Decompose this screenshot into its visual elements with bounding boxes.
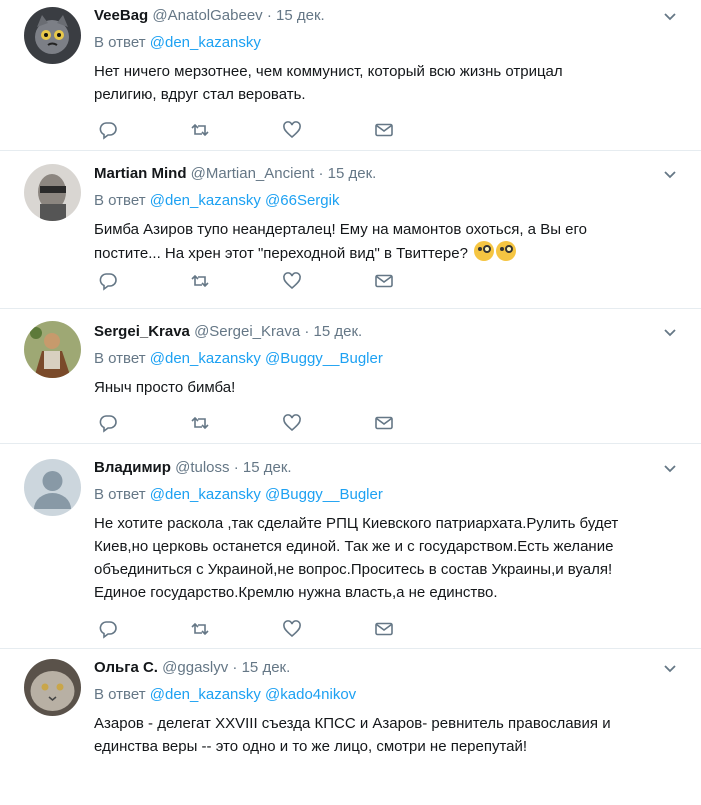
direct-message-icon[interactable] [374, 120, 396, 142]
reply-context: В ответ @den_kazansky @Buggy__Bugler [94, 350, 383, 368]
retweet-icon[interactable] [190, 413, 212, 435]
user-handle[interactable]: @AnatolGabeev [152, 7, 262, 24]
reply-prefix: В ответ [94, 34, 146, 51]
user-handle[interactable]: @tuloss [175, 459, 229, 476]
reply-context: В ответ @den_kazansky @kado4nikov [94, 686, 356, 704]
avatar[interactable] [24, 164, 81, 221]
tweet-text: Бимба Азиров тупо неандерталец! Ему на м… [94, 218, 674, 265]
retweet-icon[interactable] [190, 120, 212, 142]
face-with-monocle-icon [496, 241, 517, 261]
mention-link[interactable]: @66Sergik [265, 192, 339, 209]
reply-prefix: В ответ [94, 192, 146, 209]
mention-link[interactable]: @kado4nikov [265, 686, 356, 703]
like-icon[interactable] [282, 120, 304, 142]
user-name[interactable]: Sergei_Krava [94, 323, 190, 340]
reply-context: В ответ @den_kazansky @Buggy__Bugler [94, 486, 383, 504]
avatar[interactable] [24, 459, 81, 516]
direct-message-icon[interactable] [374, 413, 396, 435]
mention-link[interactable]: @Buggy__Bugler [265, 486, 383, 503]
tweet-date[interactable]: 15 дек. [276, 7, 325, 24]
reply-icon[interactable] [98, 413, 120, 435]
reply-icon[interactable] [98, 120, 120, 142]
retweet-icon[interactable] [190, 271, 212, 293]
tweet-date[interactable]: 15 дек. [242, 659, 291, 676]
user-name[interactable]: Ольга С. [94, 659, 158, 676]
avatar[interactable] [24, 659, 81, 716]
direct-message-icon[interactable] [374, 271, 396, 293]
tweet-text: Нет ничего мерзотнее, чем коммунист, кот… [94, 63, 563, 103]
chevron-down-icon[interactable] [663, 168, 677, 182]
user-name[interactable]: Владимир [94, 459, 171, 476]
user-name[interactable]: VeeBag [94, 7, 148, 24]
separator-dot: · [232, 659, 238, 676]
tweet-date[interactable]: 15 дек. [314, 323, 363, 340]
face-with-monocle-icon [474, 241, 495, 261]
mention-link[interactable]: @den_kazansky [150, 350, 261, 367]
user-handle[interactable]: @Sergei_Krava [194, 323, 300, 340]
reply-context: В ответ @den_kazansky @66Sergik [94, 192, 339, 210]
chevron-down-icon[interactable] [663, 10, 677, 24]
chevron-down-icon[interactable] [663, 662, 677, 676]
tweet[interactable]: Владимир @tuloss · 15 дек. В ответ @den_… [0, 444, 701, 649]
reply-icon[interactable] [98, 619, 120, 641]
like-icon[interactable] [282, 271, 304, 293]
tweet-text: Яныч просто бимба! [94, 379, 236, 396]
user-handle[interactable]: @Martian_Ancient [191, 165, 315, 182]
separator-dot: · [318, 165, 324, 182]
separator-dot: · [304, 323, 310, 340]
tweet-date[interactable]: 15 дек. [328, 165, 377, 182]
chevron-down-icon[interactable] [663, 462, 677, 476]
separator-dot: · [266, 7, 272, 24]
tweet[interactable]: VeeBag @AnatolGabeev · 15 дек. В ответ @… [0, 0, 701, 151]
chevron-down-icon[interactable] [663, 326, 677, 340]
mention-link[interactable]: @den_kazansky [150, 192, 261, 209]
user-handle[interactable]: @ggaslyv [162, 659, 228, 676]
reply-icon[interactable] [98, 271, 120, 293]
mention-link[interactable]: @den_kazansky [150, 34, 261, 51]
tweet[interactable]: Ольга С. @ggaslyv · 15 дек. В ответ @den… [0, 649, 701, 805]
tweet[interactable]: Martian Mind @Martian_Ancient · 15 дек. … [0, 151, 701, 309]
like-icon[interactable] [282, 619, 304, 641]
mention-link[interactable]: @den_kazansky [150, 486, 261, 503]
tweet[interactable]: Sergei_Krava @Sergei_Krava · 15 дек. В о… [0, 309, 701, 444]
direct-message-icon[interactable] [374, 619, 396, 641]
mention-link[interactable]: @den_kazansky [150, 686, 261, 703]
tweet-text: Не хотите раскола ,так сделайте РПЦ Киев… [94, 515, 619, 601]
avatar[interactable] [24, 321, 81, 378]
reply-prefix: В ответ [94, 686, 146, 703]
retweet-icon[interactable] [190, 619, 212, 641]
separator-dot: · [233, 459, 239, 476]
reply-context: В ответ @den_kazansky [94, 34, 261, 52]
avatar[interactable] [24, 7, 81, 64]
user-name[interactable]: Martian Mind [94, 165, 187, 182]
tweet-text: Азаров - делегат XXVIII съезда КПСС и Аз… [94, 715, 611, 755]
tweet-date[interactable]: 15 дек. [243, 459, 292, 476]
like-icon[interactable] [282, 413, 304, 435]
reply-prefix: В ответ [94, 486, 146, 503]
mention-link[interactable]: @Buggy__Bugler [265, 350, 383, 367]
reply-prefix: В ответ [94, 350, 146, 367]
